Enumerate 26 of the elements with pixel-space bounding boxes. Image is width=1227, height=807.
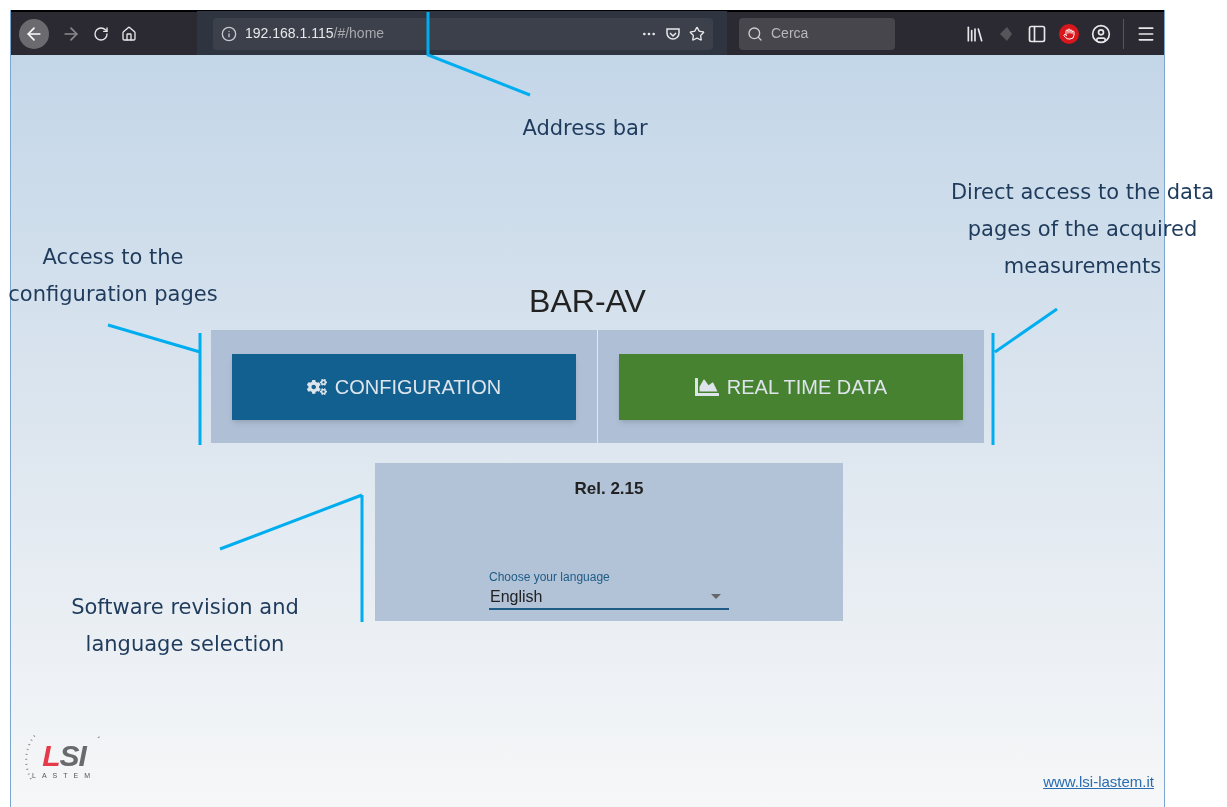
home-button[interactable] <box>121 25 137 42</box>
caret-icon <box>711 594 721 599</box>
url-text: 192.168.1.115/#/home <box>245 24 385 43</box>
account-icon[interactable] <box>1091 23 1111 44</box>
reload-button[interactable] <box>93 25 109 42</box>
bookmark-star-icon[interactable] <box>689 25 705 42</box>
annotation-text: Direct access to the data pages of the acquired measurements <box>949 179 1216 280</box>
annotation-text: Software revision and language selection <box>70 594 300 658</box>
website-link[interactable]: www.lsi-lastem.it <box>1043 770 1154 793</box>
annotation-text: Access to the configuration pages <box>7 244 219 308</box>
search-icon <box>747 25 763 42</box>
annotation-text: Address bar <box>521 115 649 142</box>
configuration-button[interactable]: CONFIGURATION <box>232 353 576 420</box>
info-icon <box>221 25 237 42</box>
language-select[interactable]: English <box>489 585 729 610</box>
address-bar[interactable]: 192.168.1.115/#/home <box>213 17 713 50</box>
language-label: Choose your language <box>489 568 611 586</box>
release-text: Rel. 2.15 <box>574 478 644 500</box>
page-title: BAR-AV <box>529 285 646 317</box>
gears-icon <box>306 376 327 397</box>
search-field[interactable]: Cerca <box>739 17 895 50</box>
hand-icon[interactable] <box>1059 23 1079 44</box>
back-button[interactable] <box>19 18 49 49</box>
pocket-icon[interactable] <box>665 25 681 42</box>
sidebar-icon[interactable] <box>1027 23 1047 44</box>
real-time-data-button[interactable]: REAL TIME DATA <box>619 353 963 420</box>
